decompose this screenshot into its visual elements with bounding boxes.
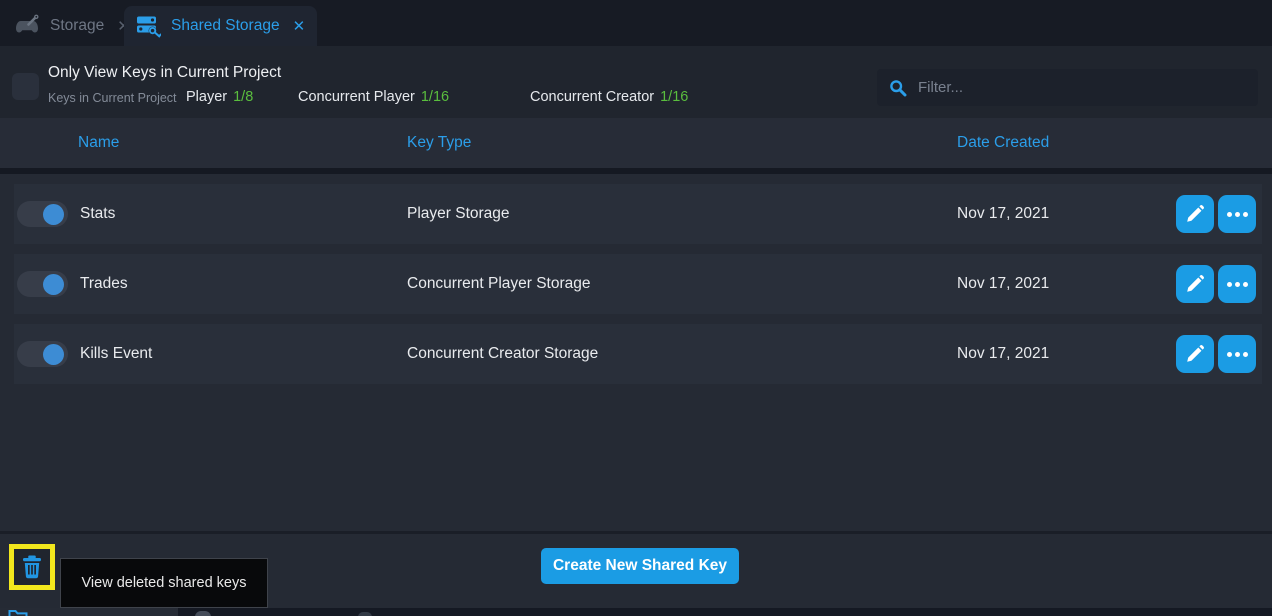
key-name: Stats: [80, 184, 115, 244]
shared-storage-icon: [136, 14, 161, 38]
filter-field: [877, 69, 1258, 106]
more-options-button[interactable]: [1218, 265, 1256, 303]
key-date-created: Nov 17, 2021: [957, 184, 1049, 244]
bottom-panel-tab[interactable]: [0, 608, 178, 616]
create-new-shared-key-button[interactable]: Create New Shared Key: [541, 548, 739, 584]
trash-icon: [22, 555, 42, 579]
table-row: Kills Event Concurrent Creator Storage N…: [14, 324, 1262, 384]
key-enabled-toggle[interactable]: [17, 271, 68, 297]
gamepad-wrench-icon: [14, 14, 40, 38]
only-view-keys-checkbox[interactable]: [12, 73, 39, 100]
search-icon: [889, 79, 907, 97]
bottom-panel-edge: [0, 608, 1272, 616]
toggle-knob: [43, 204, 64, 225]
player-key-count: Player1/8: [186, 89, 253, 105]
key-enabled-toggle[interactable]: [17, 341, 68, 367]
edit-key-button[interactable]: [1176, 265, 1214, 303]
key-enabled-toggle[interactable]: [17, 201, 68, 227]
key-date-created: Nov 17, 2021: [957, 254, 1049, 314]
shared-keys-table: Stats Player Storage Nov 17, 2021 Trades…: [0, 174, 1272, 531]
key-name: Trades: [80, 254, 128, 314]
key-name: Kills Event: [80, 324, 152, 384]
keys-summary-label: Keys in Current Project: [48, 91, 177, 105]
ellipsis-icon: [1227, 352, 1248, 357]
hidden-panel-icon: [358, 612, 372, 616]
concurrent-creator-key-count-value: 1/16: [660, 89, 688, 105]
pencil-icon: [1185, 204, 1205, 224]
player-key-count-value: 1/8: [233, 89, 253, 105]
column-header-date-created[interactable]: Date Created: [957, 118, 1049, 168]
table-row: Stats Player Storage Nov 17, 2021: [14, 184, 1262, 244]
tab-bar: Storage ✕ Shared Storage ✕: [0, 0, 1272, 46]
column-header-key-type[interactable]: Key Type: [407, 118, 471, 168]
more-options-button[interactable]: [1218, 195, 1256, 233]
toggle-knob: [43, 274, 64, 295]
key-type: Player Storage: [407, 184, 510, 244]
folder-icon: [8, 609, 28, 616]
header: Only View Keys in Current Project Keys i…: [0, 46, 1272, 118]
tab-shared-storage[interactable]: Shared Storage ✕: [124, 6, 317, 46]
concurrent-player-key-count: Concurrent Player1/16: [298, 89, 449, 105]
concurrent-creator-key-count: Concurrent Creator1/16: [530, 89, 688, 105]
pencil-icon: [1185, 344, 1205, 364]
tab-shared-storage-label: Shared Storage: [171, 17, 280, 35]
checkbox-label: Only View Keys in Current Project: [48, 64, 281, 82]
key-type: Concurrent Player Storage: [407, 254, 591, 314]
table-header: Name Key Type Date Created: [0, 118, 1272, 168]
key-type: Concurrent Creator Storage: [407, 324, 598, 384]
tab-storage[interactable]: Storage ✕: [2, 6, 142, 46]
footer: View deleted shared keys Create New Shar…: [0, 534, 1272, 608]
ellipsis-icon: [1227, 212, 1248, 217]
toggle-knob: [43, 344, 64, 365]
tab-storage-label: Storage: [50, 17, 104, 35]
edit-key-button[interactable]: [1176, 335, 1214, 373]
close-tab-icon[interactable]: ✕: [293, 17, 306, 35]
key-date-created: Nov 17, 2021: [957, 324, 1049, 384]
shared-storage-window: Storage ✕ Shared Storage ✕ Only View Key…: [0, 0, 1272, 616]
more-options-button[interactable]: [1218, 335, 1256, 373]
tooltip: View deleted shared keys: [60, 558, 268, 608]
edit-key-button[interactable]: [1176, 195, 1214, 233]
column-header-name[interactable]: Name: [78, 118, 119, 168]
concurrent-player-key-count-value: 1/16: [421, 89, 449, 105]
filter-input[interactable]: [916, 78, 1246, 97]
table-row: Trades Concurrent Player Storage Nov 17,…: [14, 254, 1262, 314]
hidden-panel-icon: [195, 611, 211, 616]
pencil-icon: [1185, 274, 1205, 294]
view-deleted-keys-button[interactable]: [9, 544, 55, 590]
ellipsis-icon: [1227, 282, 1248, 287]
